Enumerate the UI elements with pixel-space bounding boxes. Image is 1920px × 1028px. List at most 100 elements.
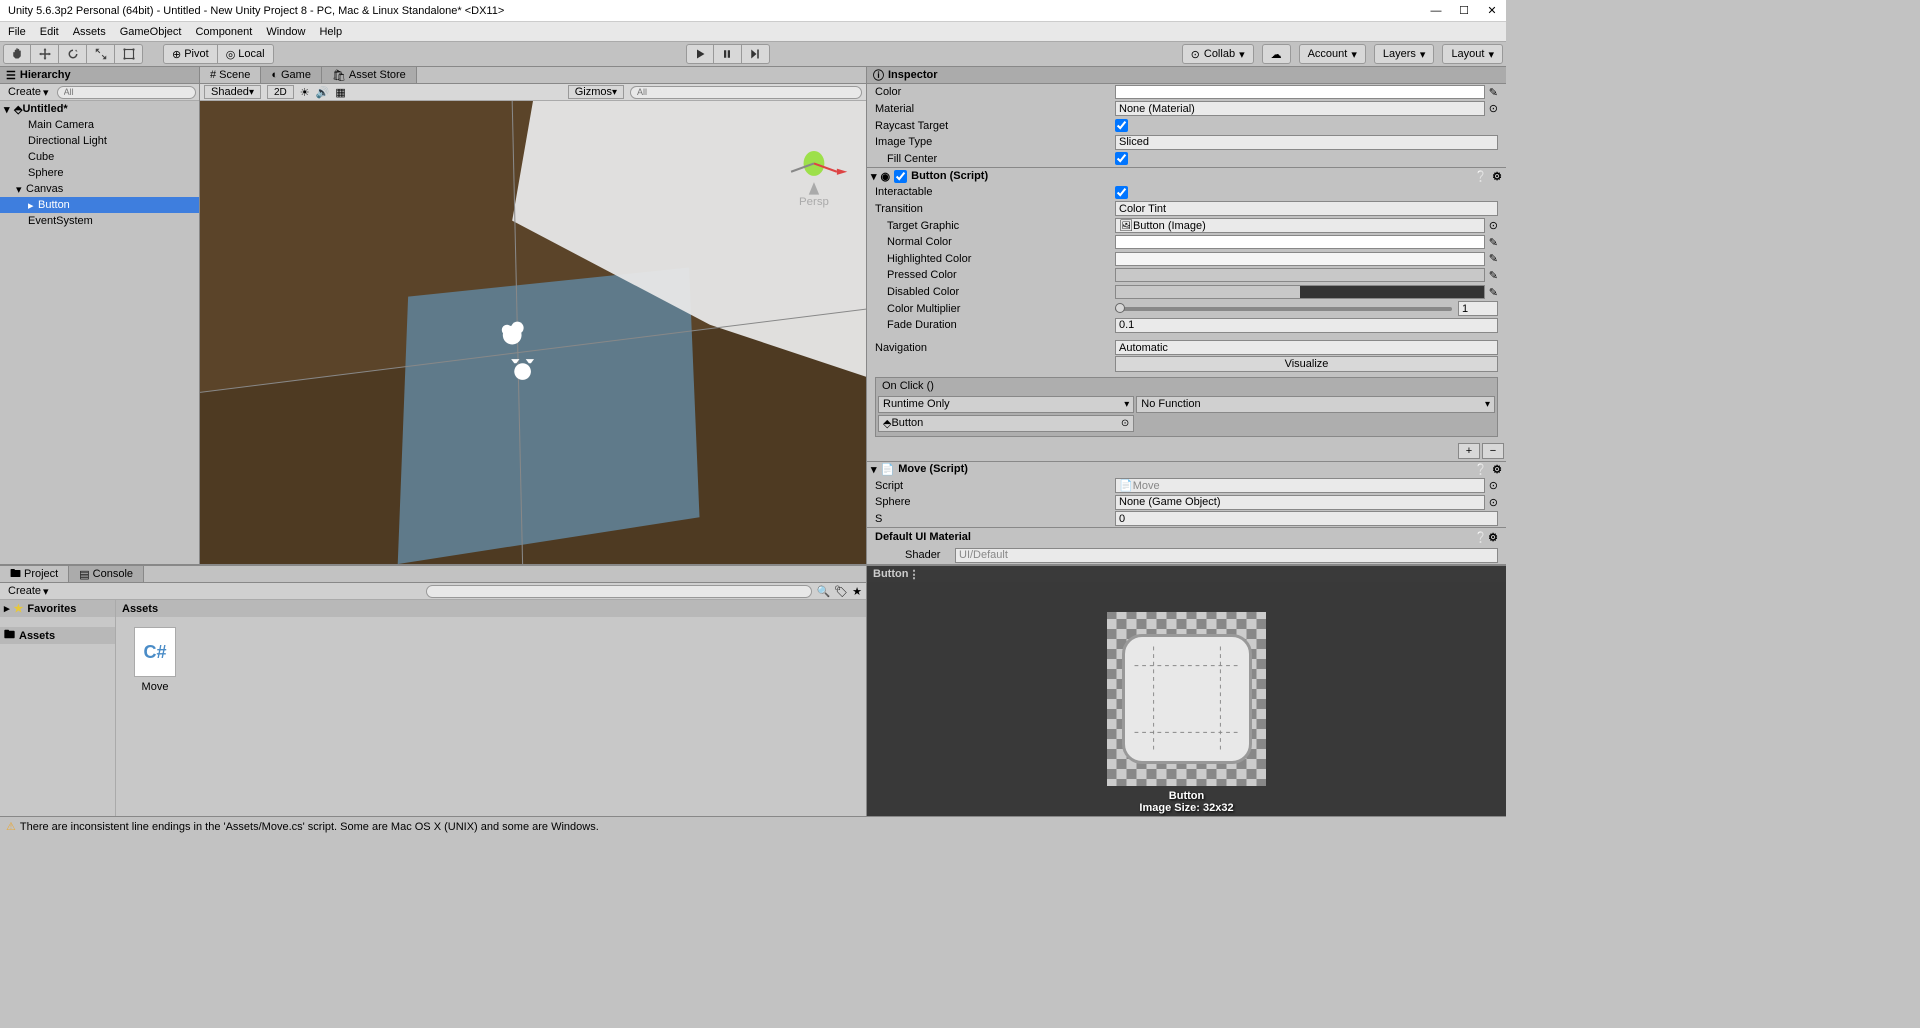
favorites-folder[interactable]: ▸★Favorites [0, 600, 115, 617]
rotate-tool[interactable] [59, 44, 87, 64]
navigation-dropdown[interactable]: Automatic [1115, 340, 1498, 355]
asset-move-script[interactable]: C# Move [126, 627, 184, 693]
onclick-add-button[interactable]: + [1458, 443, 1480, 459]
button-component-header[interactable]: ▾◉Button (Script)❔⚙ [867, 167, 1506, 184]
object-picker-icon[interactable]: ⊙ [1489, 219, 1498, 232]
menu-gameobject[interactable]: GameObject [120, 26, 182, 38]
pause-button[interactable] [714, 44, 742, 64]
star-icon[interactable]: ★ [852, 585, 862, 598]
maximize-button[interactable]: ☐ [1458, 5, 1470, 17]
function-dropdown[interactable]: No Function▾ [1136, 396, 1495, 413]
layers-button[interactable]: Layers▾ [1374, 44, 1435, 64]
local-button[interactable]: ◎Local [218, 44, 274, 64]
tab-asset-store[interactable]: 🛍Asset Store [322, 67, 417, 83]
layout-button[interactable]: Layout▾ [1442, 44, 1503, 64]
project-create-button[interactable]: Create ▾ [4, 585, 53, 598]
raycast-checkbox[interactable] [1115, 119, 1128, 132]
step-button[interactable] [742, 44, 770, 64]
cloud-button[interactable]: ☁ [1262, 44, 1291, 64]
assets-folder[interactable]: 🖿Assets [0, 627, 115, 644]
hierarchy-item-canvas[interactable]: ▾Canvas [0, 181, 199, 197]
menu-file[interactable]: File [8, 26, 26, 38]
project-search[interactable] [426, 585, 813, 598]
onclick-object-field[interactable]: ⬘Button⊙ [878, 415, 1134, 432]
filter-icon[interactable]: 🔍 [816, 585, 830, 598]
gizmos-dropdown[interactable]: Gizmos ▾ [568, 85, 624, 99]
hierarchy-item-eventsystem[interactable]: EventSystem [0, 213, 199, 229]
hierarchy-item-button[interactable]: ▸Button [0, 197, 199, 213]
script-field[interactable]: 📄Move [1115, 478, 1485, 493]
hierarchy-search[interactable] [57, 86, 196, 99]
button-enabled-checkbox[interactable] [894, 170, 907, 183]
eyedropper-icon[interactable]: ✎ [1489, 269, 1498, 282]
fx-icon[interactable]: ▦ [335, 86, 345, 99]
preview-title[interactable]: Button ⋮ [867, 566, 1506, 582]
light-icon[interactable]: ☀ [300, 86, 310, 99]
pivot-button[interactable]: ⊕Pivot [163, 44, 218, 64]
transition-dropdown[interactable]: Color Tint [1115, 201, 1498, 216]
scene-viewport[interactable]: Persp [200, 101, 866, 564]
hierarchy-item-cube[interactable]: Cube [0, 149, 199, 165]
colormult-slider[interactable] [1115, 307, 1452, 311]
hierarchy-scene[interactable]: ▾⬘ Untitled* [0, 101, 199, 117]
fillcenter-checkbox[interactable] [1115, 152, 1128, 165]
assets-breadcrumb[interactable]: Assets [116, 600, 866, 617]
help-icon[interactable]: ❔ [1474, 531, 1488, 544]
hierarchy-item-camera[interactable]: Main Camera [0, 117, 199, 133]
hierarchy-create-button[interactable]: Create ▾ [4, 86, 53, 99]
minimize-button[interactable]: — [1430, 5, 1442, 17]
rect-tool[interactable] [115, 44, 143, 64]
eyedropper-icon[interactable]: ✎ [1489, 86, 1498, 99]
grip-icon[interactable]: ⋮ [908, 568, 919, 581]
sphere-field[interactable]: None (Game Object) [1115, 495, 1485, 510]
shader-dropdown[interactable]: UI/Default [955, 548, 1498, 563]
move-tool[interactable] [31, 44, 59, 64]
highlightcolor-field[interactable] [1115, 252, 1485, 266]
scene-search[interactable] [630, 86, 862, 99]
runtime-dropdown[interactable]: Runtime Only▾ [878, 396, 1134, 413]
hierarchy-tab[interactable]: ☰Hierarchy [0, 67, 199, 84]
menu-edit[interactable]: Edit [40, 26, 59, 38]
disabledcolor-field[interactable] [1115, 285, 1485, 299]
menu-assets[interactable]: Assets [73, 26, 106, 38]
scale-tool[interactable] [87, 44, 115, 64]
help-icon[interactable]: ❔ [1474, 463, 1488, 476]
tab-scene[interactable]: #Scene [200, 67, 261, 83]
material-field[interactable]: None (Material) [1115, 101, 1485, 116]
colormult-value[interactable]: 1 [1458, 301, 1498, 316]
hierarchy-item-light[interactable]: Directional Light [0, 133, 199, 149]
eyedropper-icon[interactable]: ✎ [1489, 236, 1498, 249]
audio-icon[interactable]: 🔊 [316, 86, 330, 99]
color-field[interactable] [1115, 85, 1485, 99]
menu-component[interactable]: Component [195, 26, 252, 38]
menu-window[interactable]: Window [266, 26, 305, 38]
inspector-tab[interactable]: ⓘInspector [867, 67, 1506, 84]
menu-help[interactable]: Help [319, 26, 342, 38]
close-button[interactable]: ✕ [1486, 5, 1498, 17]
label-icon[interactable]: 🏷 [834, 585, 848, 598]
tab-project[interactable]: 🖿Project [0, 566, 69, 582]
s-field[interactable]: 0 [1115, 511, 1498, 526]
tab-game[interactable]: ◐Game [261, 67, 322, 83]
move-component-header[interactable]: ▾📄Move (Script)❔⚙ [867, 461, 1506, 478]
play-button[interactable] [686, 44, 714, 64]
normalcolor-field[interactable] [1115, 235, 1485, 249]
hierarchy-item-sphere[interactable]: Sphere [0, 165, 199, 181]
preview-viewport[interactable]: Button Image Size: 32x32 [867, 582, 1506, 816]
imagetype-dropdown[interactable]: Sliced [1115, 135, 1498, 150]
object-picker-icon[interactable]: ⊙ [1489, 496, 1498, 509]
gear-icon[interactable]: ⚙ [1492, 463, 1502, 476]
help-icon[interactable]: ❔ [1474, 170, 1488, 183]
shading-mode-dropdown[interactable]: Shaded ▾ [204, 85, 261, 99]
gear-icon[interactable]: ⚙ [1492, 170, 1502, 183]
interactable-checkbox[interactable] [1115, 186, 1128, 199]
collab-button[interactable]: ⊙Collab▾ [1182, 44, 1254, 64]
target-field[interactable]: 🖼Button (Image) [1115, 218, 1485, 233]
status-message[interactable]: There are inconsistent line endings in t… [20, 821, 599, 833]
account-button[interactable]: Account▾ [1299, 44, 1366, 64]
hand-tool[interactable] [3, 44, 31, 64]
pressedcolor-field[interactable] [1115, 268, 1485, 282]
eyedropper-icon[interactable]: ✎ [1489, 286, 1498, 299]
onclick-remove-button[interactable]: − [1482, 443, 1504, 459]
object-picker-icon[interactable]: ⊙ [1489, 479, 1498, 492]
